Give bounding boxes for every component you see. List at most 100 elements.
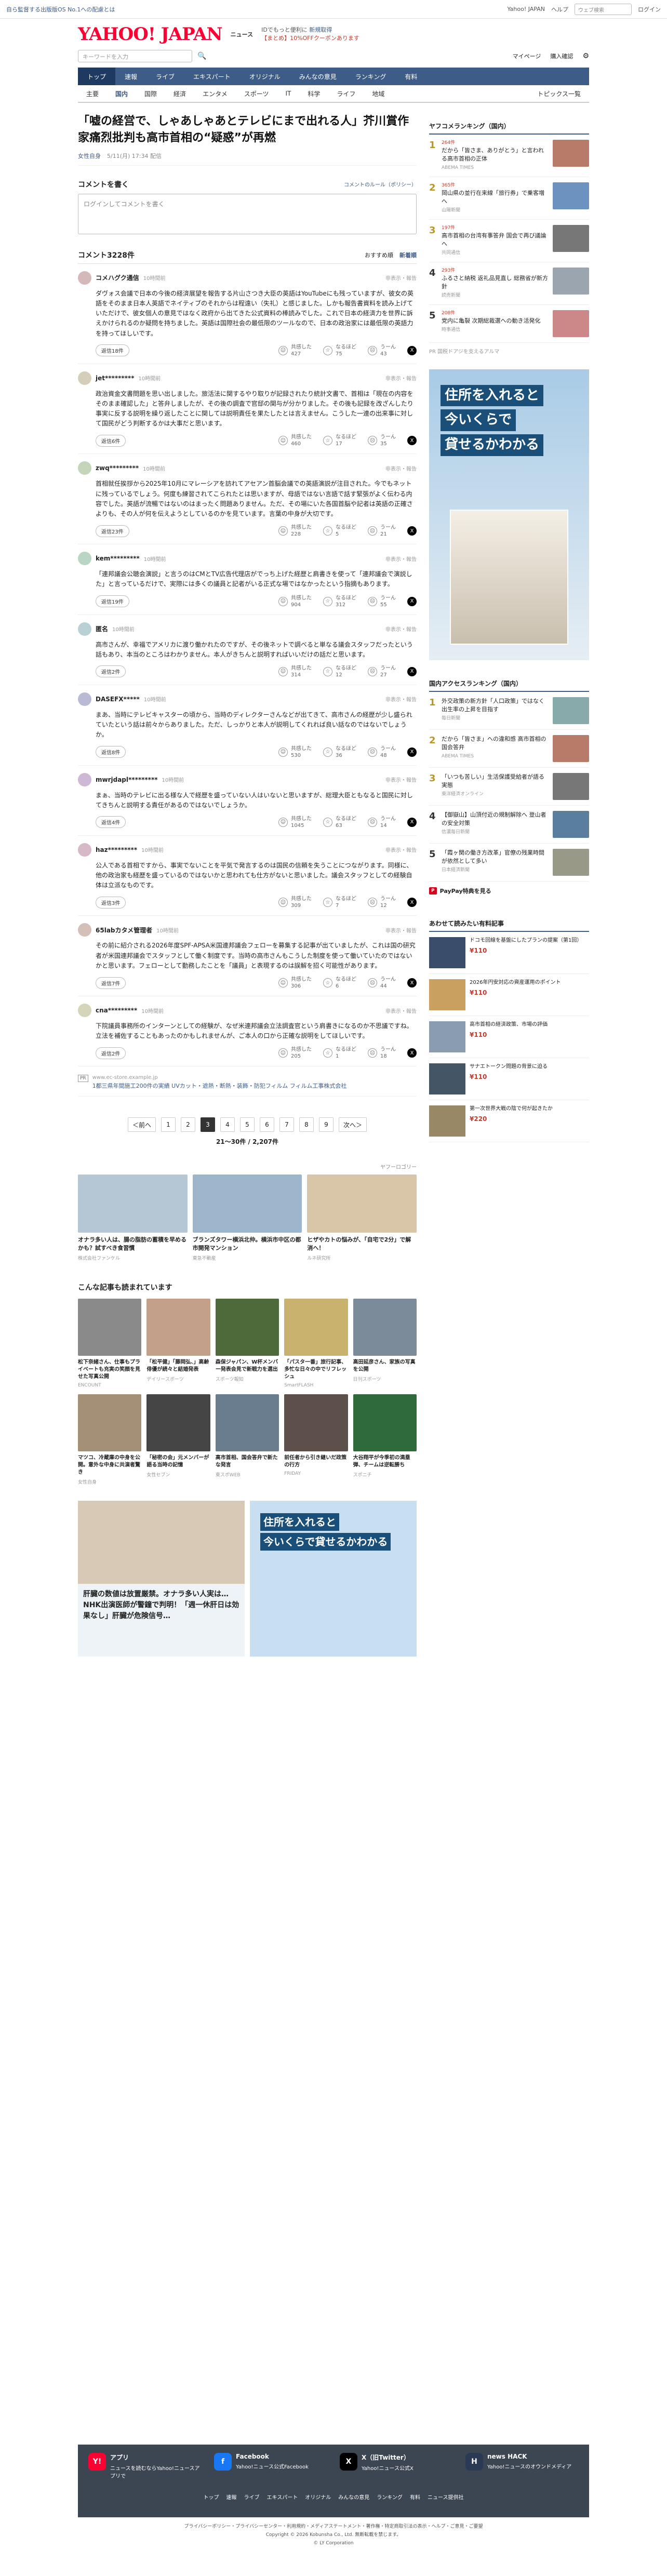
related-item[interactable]: 高市首相、国会答弁で新たな発言 東スポWEB [215, 1394, 279, 1485]
hmm-vote[interactable]: ☹ うーん 12 [368, 896, 396, 909]
comment-author[interactable]: kem********* [96, 555, 140, 562]
ranking-item[interactable]: 2 だから「皆さま」への違和感 高市首相の国会答弁 ABEMA TIMES [429, 730, 589, 768]
report-link[interactable]: 非表示・報告 [385, 625, 417, 633]
hmm-vote[interactable]: ☹ うーん 44 [368, 976, 396, 990]
comment-author[interactable]: 65labカタメ管理者 [96, 926, 152, 935]
reply-button[interactable]: 返信19件 [96, 595, 129, 608]
empathy-vote[interactable]: ☺ 共感した 460 [278, 434, 312, 447]
paid-article[interactable]: 第一次世界大戦の陰で何が起きたか ¥220 [429, 1100, 589, 1142]
sidebar-ad[interactable]: 住所を入れると 今いくらで 貸せるかわかる [429, 369, 589, 660]
ranking-item[interactable]: 4 293件 ふるさと納税 返礼品見直し 総務省が新方針 読売新聞 [429, 262, 589, 305]
page-8[interactable]: 8 [299, 1117, 314, 1132]
reply-button[interactable]: 返信2件 [96, 1047, 126, 1059]
new-id-link[interactable]: 新規取得 [309, 26, 332, 33]
ad-card[interactable]: ブランズタワー横浜北仲。横浜市中区の都市開発マンション 東急不動産 [192, 1174, 302, 1261]
page-2[interactable]: 2 [181, 1117, 195, 1132]
purchase-link[interactable]: 購入確認 [550, 52, 573, 60]
prev-page[interactable]: ＜前へ [127, 1117, 156, 1132]
understand-vote[interactable]: ☆ なるほど 36 [323, 745, 356, 759]
reply-button[interactable]: 返信3件 [96, 896, 126, 909]
page-9[interactable]: 9 [319, 1117, 334, 1132]
footer-app[interactable]: X X（旧Twitter） Yahoo!ニュース公式X [340, 2453, 453, 2479]
understand-vote[interactable]: ☆ なるほど 5 [323, 524, 356, 538]
lnav-item[interactable]: 地域 [364, 89, 393, 98]
reply-button[interactable]: 返信18件 [96, 344, 129, 357]
hmm-vote[interactable]: ☹ うーん 18 [368, 1046, 396, 1060]
related-item[interactable]: 「パスタ一番」旅行記事、多忙な日々の中でリフレッシュ SmartFLASH [284, 1299, 348, 1388]
x-share-icon[interactable]: X [407, 1048, 417, 1058]
ranking-item[interactable]: 4 【御嶽山】山頂付近の規制解除へ 登山者の安全対策 信濃毎日新聞 [429, 806, 589, 844]
related-item[interactable]: マツコ、冷蔵庫の中身を公開。意外な中身に共演者驚き 女性自身 [78, 1394, 142, 1485]
ranking-item[interactable]: 3 197件 高市首相の台湾有事答弁 国会で再び議論へ 共同通信 [429, 220, 589, 262]
related-item[interactable]: 高田延彦さん、家族の写真を公開 日刊スポーツ [353, 1299, 417, 1388]
report-link[interactable]: 非表示・報告 [385, 464, 417, 472]
footer-app[interactable]: Y! アプリ ニュースを読むならYahoo!ニュースアプリで [88, 2453, 202, 2479]
x-share-icon[interactable]: X [407, 345, 417, 355]
related-item[interactable]: 大谷翔平が今季初の満塁弾、チームは逆転勝ち スポニチ [353, 1394, 417, 1485]
empathy-vote[interactable]: ☺ 共感した 228 [278, 524, 312, 538]
related-item[interactable]: 森保ジャパン、W杯メンバー発表会見で新戦力を選出 スポーツ報知 [215, 1299, 279, 1388]
page-7[interactable]: 7 [279, 1117, 294, 1132]
ad-card[interactable]: ヒザやカトの悩みが、「自宅で2分」で解消へ！ ルネ研究所 [307, 1174, 417, 1261]
page-5[interactable]: 5 [240, 1117, 255, 1132]
lnav-item[interactable]: スポーツ [236, 89, 277, 98]
footer-nav-item[interactable]: 有料 [410, 2493, 420, 2501]
related-item[interactable]: 松下奈緒さん、仕事もプライベートも充実の笑顔を見せた写真公開 ENCOUNT [78, 1299, 142, 1388]
gnav-item[interactable]: 速報 [115, 68, 146, 85]
reply-button[interactable]: 返信4件 [96, 816, 126, 829]
search-icon[interactable]: 🔍 [197, 52, 206, 60]
understand-vote[interactable]: ☆ なるほど 7 [323, 896, 356, 909]
empathy-vote[interactable]: ☺ 共感した 205 [278, 1046, 312, 1060]
hmm-vote[interactable]: ☹ うーん 27 [368, 665, 396, 678]
gnav-item[interactable]: ランキング [346, 68, 396, 85]
x-share-icon[interactable]: X [407, 817, 417, 827]
comment-author[interactable]: mwrjdapl********* [96, 776, 158, 783]
lnav-item[interactable]: 経済 [165, 89, 194, 98]
report-link[interactable]: 非表示・報告 [385, 374, 417, 382]
web-search-input[interactable]: ウェブ検索 [575, 3, 632, 15]
understand-vote[interactable]: ☆ なるほど 17 [323, 434, 356, 447]
x-share-icon[interactable]: X [407, 596, 417, 606]
gnav-item[interactable]: エキスパート [184, 68, 240, 85]
paypay-row[interactable]: P PayPay特典を見る [429, 882, 589, 900]
topics-link[interactable]: トピックス一覧 [529, 89, 589, 98]
mypage-link[interactable]: マイページ [513, 52, 541, 60]
lnav-item[interactable]: IT [277, 90, 299, 97]
report-link[interactable]: 非表示・報告 [385, 695, 417, 703]
paid-article[interactable]: ドコモ回線を基盤にしたプランの提案（第1回） ¥110 [429, 932, 589, 974]
empathy-vote[interactable]: ☺ 共感した 306 [278, 976, 312, 990]
paid-article[interactable]: サナエトークン問題の背景に迫る ¥110 [429, 1058, 589, 1100]
x-share-icon[interactable]: X [407, 898, 417, 907]
footer-nav-item[interactable]: 速報 [226, 2493, 237, 2501]
text-ad[interactable]: PR www.ec-store.example.jp 1都三県年間施工200件の… [78, 1075, 417, 1097]
understand-vote[interactable]: ☆ なるほど 12 [323, 665, 356, 678]
reply-button[interactable]: 返信23件 [96, 525, 129, 537]
related-item[interactable]: 「秘密の会」元メンバーが語る当時の記憶 女性セブン [146, 1394, 210, 1485]
paid-article[interactable]: 高市首相の経済政策、市場の評価 ¥110 [429, 1016, 589, 1058]
lnav-item[interactable]: 国際 [136, 89, 165, 98]
coupon-text[interactable]: 【まとめ】10%OFFクーポンあります [261, 34, 359, 43]
yahoo-logo[interactable]: YAHOO! JAPAN [78, 24, 223, 45]
lnav-item[interactable]: ライフ [328, 89, 364, 98]
gnav-item[interactable]: みんなの意見 [290, 68, 346, 85]
understand-vote[interactable]: ☆ なるほど 75 [323, 344, 356, 357]
page-1[interactable]: 1 [161, 1117, 176, 1132]
understand-vote[interactable]: ☆ なるほど 63 [323, 816, 356, 829]
understand-vote[interactable]: ☆ なるほど 1 [323, 1046, 356, 1060]
next-page[interactable]: 次へ＞ [339, 1117, 367, 1132]
page-4[interactable]: 4 [220, 1117, 235, 1132]
gnav-item[interactable]: トップ [78, 68, 116, 85]
ranking-item[interactable]: 2 365件 岡山県の並行在来線「旅行券」で乗客増へ 山陽新聞 [429, 177, 589, 220]
empathy-vote[interactable]: ☺ 共感した 314 [278, 665, 312, 678]
lnav-item[interactable]: 国内 [107, 89, 136, 98]
legal-links[interactable]: プライバシーポリシー・プライバシーセンター・利用規約・メディアステートメント・著… [78, 2522, 589, 2531]
gnav-item[interactable]: 有料 [395, 68, 426, 85]
x-share-icon[interactable]: X [407, 747, 417, 757]
report-link[interactable]: 非表示・報告 [385, 846, 417, 853]
x-share-icon[interactable]: X [407, 436, 417, 446]
empathy-vote[interactable]: ☺ 共感した 530 [278, 745, 312, 759]
rent-ad[interactable]: 住所を入れると 今いくらで貸せるかわかる [250, 1501, 417, 1657]
page-6[interactable]: 6 [260, 1117, 274, 1132]
footer-nav-item[interactable]: オリジナル [305, 2493, 331, 2501]
login-link[interactable]: ログイン [638, 5, 661, 14]
